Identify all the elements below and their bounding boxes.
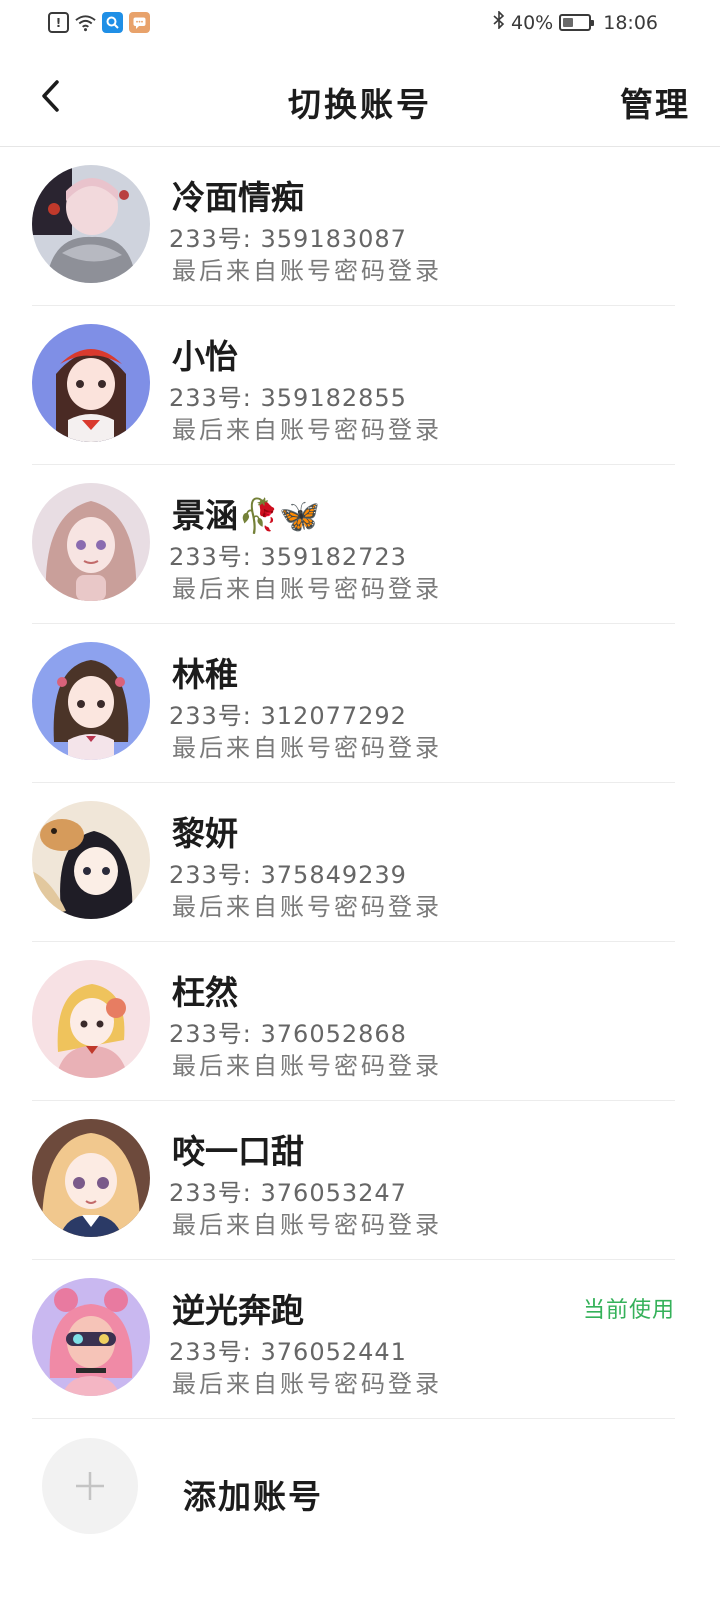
account-name: 冷面情痴 — [172, 178, 304, 217]
avatar — [32, 324, 150, 442]
account-login-method: 最后来自账号密码登录 — [172, 893, 442, 921]
avatar — [32, 165, 150, 283]
account-login-method: 最后来自账号密码登录 — [172, 1052, 442, 1080]
chat-app-icon — [129, 12, 150, 33]
account-name: 黎妍 — [172, 814, 238, 853]
account-id: 233号: 375849239 — [169, 861, 407, 889]
account-id: 233号: 376053247 — [169, 1179, 407, 1207]
account-login-method: 最后来自账号密码登录 — [172, 575, 442, 603]
account-id: 233号: 359183087 — [169, 225, 407, 253]
account-row[interactable]: 冷面情痴 233号: 359183087 最后来自账号密码登录 — [32, 147, 675, 306]
account-row[interactable]: 林稚 233号: 312077292 最后来自账号密码登录 — [32, 624, 675, 783]
search-app-icon — [102, 12, 123, 33]
account-row[interactable]: 咬一口甜 233号: 376053247 最后来自账号密码登录 — [32, 1101, 675, 1260]
account-login-method: 最后来自账号密码登录 — [172, 416, 442, 444]
account-id: 233号: 312077292 — [169, 702, 407, 730]
avatar — [32, 960, 150, 1078]
status-bar-system: 40% 18:06 — [493, 10, 658, 34]
wifi-icon — [75, 12, 96, 33]
account-login-method: 最后来自账号密码登录 — [172, 1370, 442, 1398]
avatar — [32, 1119, 150, 1237]
account-login-method: 最后来自账号密码登录 — [172, 1211, 442, 1239]
add-account-circle[interactable] — [42, 1438, 138, 1534]
account-name: 林稚 — [172, 655, 238, 694]
account-row[interactable]: 枉然 233号: 376052868 最后来自账号密码登录 — [32, 942, 675, 1101]
battery-fill — [563, 18, 574, 27]
avatar — [32, 801, 150, 919]
account-name: 景涵🥀🦋 — [172, 496, 321, 535]
avatar — [32, 1278, 150, 1396]
account-name: 小怡 — [172, 337, 238, 376]
bluetooth-icon — [493, 10, 505, 34]
current-account-badge: 当前使用 — [582, 1298, 675, 1323]
account-row[interactable]: 景涵🥀🦋 233号: 359182723 最后来自账号密码登录 — [32, 465, 675, 624]
account-id: 233号: 376052868 — [169, 1020, 407, 1048]
account-row[interactable]: 小怡 233号: 359182855 最后来自账号密码登录 — [32, 306, 675, 465]
battery-percent: 40% — [511, 11, 554, 34]
avatar — [32, 483, 150, 601]
account-login-method: 最后来自账号密码登录 — [172, 257, 442, 285]
account-name: 咬一口甜 — [172, 1132, 304, 1171]
manage-button[interactable]: 管理 — [620, 78, 690, 126]
account-name: 逆光奔跑 — [172, 1291, 304, 1330]
account-row[interactable]: 黎妍 233号: 375849239 最后来自账号密码登录 — [32, 783, 675, 942]
add-account-button[interactable]: 添加账号 — [0, 1412, 720, 1572]
clock: 18:06 — [603, 11, 658, 34]
account-list: 冷面情痴 233号: 359183087 最后来自账号密码登录 小怡 233号:… — [0, 147, 720, 1419]
page-title: 切换账号 — [288, 85, 432, 124]
alert-icon: ! — [48, 12, 69, 33]
account-login-method: 最后来自账号密码登录 — [172, 734, 442, 762]
battery-icon — [559, 14, 595, 31]
status-bar: ! 40% 18:06 — [0, 0, 720, 48]
account-id: 233号: 376052441 — [169, 1338, 407, 1366]
account-name: 枉然 — [172, 973, 238, 1012]
account-row[interactable]: 逆光奔跑 233号: 376052441 最后来自账号密码登录 当前使用 — [32, 1260, 675, 1419]
account-id: 233号: 359182723 — [169, 543, 407, 571]
status-bar-notifications: ! — [48, 12, 150, 33]
avatar — [32, 642, 150, 760]
add-account-label: 添加账号 — [183, 1477, 323, 1516]
plus-icon — [76, 1472, 104, 1500]
account-id: 233号: 359182855 — [169, 384, 407, 412]
header: 切换账号 管理 — [0, 48, 720, 147]
